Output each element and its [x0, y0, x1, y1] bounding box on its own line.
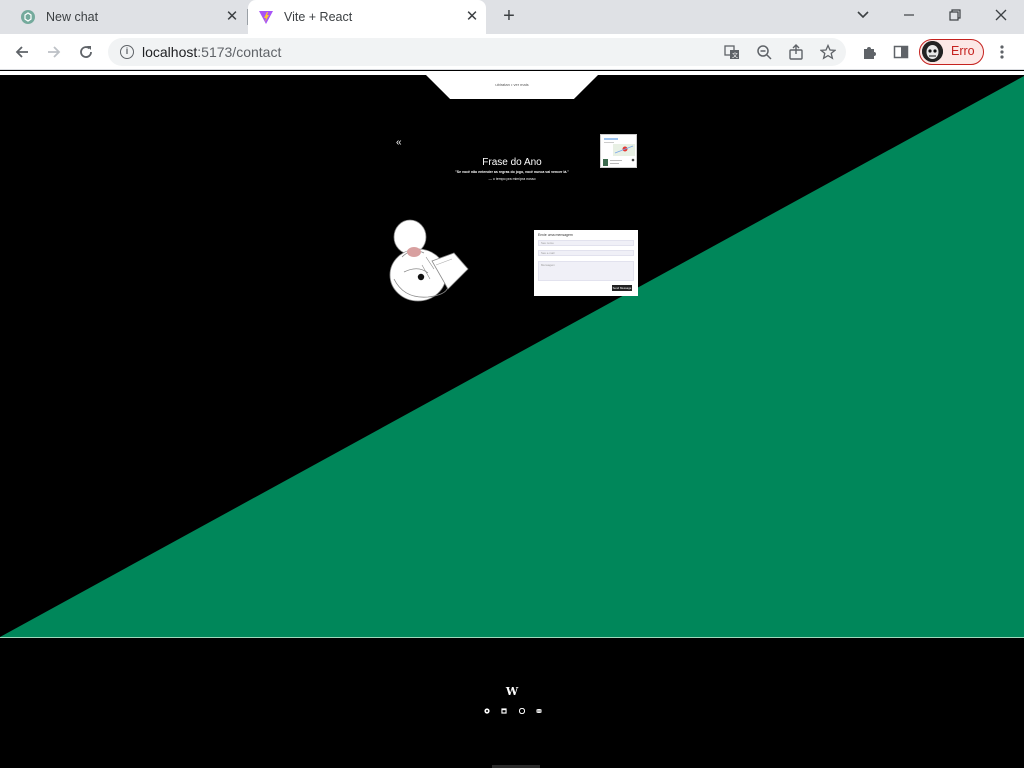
new-tab-button[interactable]: + [498, 6, 520, 28]
github-alt-icon[interactable] [518, 701, 525, 715]
nav-tab-text: ubiratan • ver mais [495, 82, 529, 87]
svg-text:文: 文 [732, 52, 738, 60]
footer-social-links [484, 700, 542, 715]
vite-icon [258, 9, 274, 25]
address-bar[interactable]: i localhost:5173/contact 文 [108, 38, 846, 66]
footer-logo[interactable]: W [504, 685, 520, 698]
name-field[interactable]: Seu nome [538, 240, 634, 246]
top-white-strip [0, 71, 1024, 75]
avatar [922, 41, 943, 62]
forward-button[interactable] [42, 40, 66, 64]
tab-title: New chat [46, 10, 99, 24]
tab-search-icon[interactable] [849, 4, 877, 26]
contact-form: Envie uma mensagem Seu nome Seu e-mail M… [534, 230, 638, 296]
url-text: localhost:5173/contact [142, 44, 282, 60]
restore-button[interactable] [941, 4, 969, 26]
back-link[interactable]: « [396, 137, 401, 148]
phrase-title: Frase do Ano [482, 157, 542, 168]
translate-icon[interactable]: 文 [724, 44, 742, 60]
close-tab-icon[interactable]: ✕ [224, 9, 240, 25]
astronaut-illustration [384, 217, 470, 312]
profile-label: Erro [951, 44, 975, 58]
site-info-icon[interactable]: i [120, 45, 134, 59]
discord-icon[interactable] [536, 701, 542, 713]
profile-button[interactable]: Erro [919, 39, 984, 65]
share-icon[interactable] [788, 44, 806, 60]
back-button[interactable] [10, 40, 34, 64]
page-viewport: ubiratan • ver mais « Frase do Ano "Se v… [0, 71, 1024, 768]
tab-vite-react[interactable]: Vite + React ✕ [248, 0, 486, 34]
tab-new-chat[interactable]: New chat ✕ [10, 0, 246, 34]
reload-button[interactable] [74, 40, 98, 64]
minimize-button[interactable] [895, 4, 923, 26]
browser-toolbar: i localhost:5173/contact 文 Erro [0, 34, 1024, 70]
phrase-author: — o tempo pra mim/pra nosso [488, 177, 536, 181]
close-window-button[interactable] [987, 4, 1015, 26]
footer-divider [0, 637, 1024, 638]
linkedin-icon[interactable] [501, 701, 507, 714]
menu-kebab-icon[interactable] [990, 40, 1014, 64]
form-title: Envie uma mensagem [538, 233, 573, 237]
zoom-out-icon[interactable] [756, 44, 774, 60]
bookmark-star-icon[interactable] [819, 43, 838, 60]
email-field[interactable]: Seu e-mail [538, 250, 634, 256]
extensions-icon[interactable] [857, 40, 881, 64]
side-panel-icon[interactable] [889, 40, 913, 64]
tab-title: Vite + React [284, 10, 353, 24]
message-field[interactable]: Mensagem [538, 261, 634, 281]
close-tab-icon[interactable]: ✕ [464, 9, 480, 25]
tab-strip: New chat ✕ Vite + React ✕ + [0, 0, 1024, 34]
send-button[interactable]: Send Message [612, 285, 632, 291]
top-nav-tab[interactable]: ubiratan • ver mais [426, 75, 598, 99]
github-icon[interactable] [484, 701, 490, 714]
phrase-quote: "Se você não entender as regras do jogo,… [455, 170, 569, 174]
map-thumbnail[interactable] [600, 134, 637, 168]
chatgpt-icon [20, 9, 36, 25]
